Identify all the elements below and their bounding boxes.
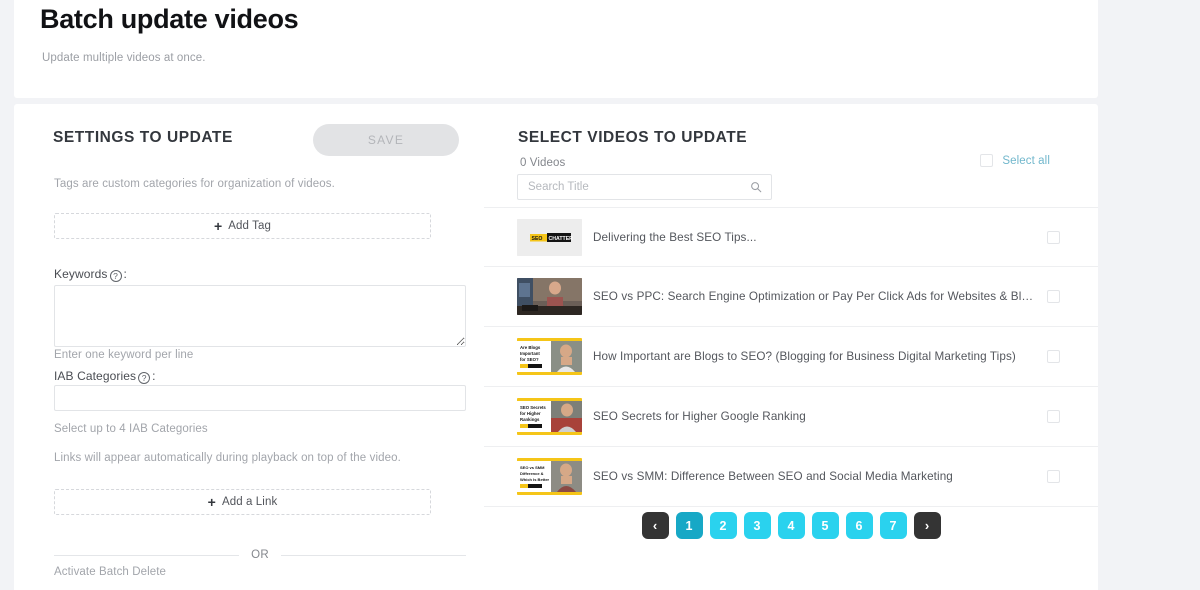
video-thumbnail: SEO Secrets for Higher Rankings bbox=[517, 398, 582, 435]
links-help-text: Links will appear automatically during p… bbox=[54, 452, 401, 464]
video-title: How Important are Blogs to SEO? (Bloggin… bbox=[593, 350, 1016, 363]
videos-count-label: 0 Videos bbox=[520, 157, 566, 169]
table-row[interactable]: SEO Secrets for Higher Rankings SEO Secr… bbox=[484, 387, 1098, 447]
tags-help-text: Tags are custom categories for organizat… bbox=[54, 178, 335, 190]
search-input[interactable] bbox=[518, 181, 750, 193]
video-select-checkbox[interactable] bbox=[1047, 470, 1060, 483]
save-button[interactable]: SAVE bbox=[313, 124, 459, 156]
question-mark-icon[interactable]: ? bbox=[138, 372, 151, 385]
page-header-card: Batch update videos Update multiple vide… bbox=[14, 0, 1098, 98]
divider-rule-left bbox=[54, 554, 240, 556]
or-label: OR bbox=[251, 549, 269, 561]
video-title: SEO Secrets for Higher Google Ranking bbox=[593, 410, 806, 423]
table-row[interactable]: SEO vs SMM Difference & Which Is Better … bbox=[484, 447, 1098, 507]
table-row[interactable]: SEO vs PPC: Search Engine Optimization o… bbox=[484, 267, 1098, 327]
iab-label-text: IAB Categories bbox=[54, 369, 137, 383]
svg-text:for SEO?: for SEO? bbox=[520, 357, 539, 362]
iab-categories-input[interactable] bbox=[54, 385, 466, 411]
video-title: SEO vs PPC: Search Engine Optimization o… bbox=[593, 290, 1037, 303]
keywords-help-text: Enter one keyword per line bbox=[54, 349, 194, 361]
svg-text:Important: Important bbox=[520, 351, 540, 356]
pagination-prev-button[interactable]: ‹ bbox=[641, 512, 669, 539]
iab-categories-label: IAB Categories?: bbox=[54, 369, 156, 385]
svg-text:Rankings: Rankings bbox=[520, 417, 540, 422]
keywords-label: Keywords?: bbox=[54, 267, 127, 283]
question-mark-icon[interactable]: ? bbox=[109, 270, 122, 283]
search-icon[interactable] bbox=[750, 181, 771, 193]
add-link-label: Add a Link bbox=[221, 496, 278, 508]
pagination-page-2[interactable]: 2 bbox=[709, 512, 737, 539]
pagination-page-3[interactable]: 3 bbox=[743, 512, 771, 539]
svg-text:SEO vs SMM: SEO vs SMM bbox=[520, 465, 545, 470]
video-select-checkbox[interactable] bbox=[1047, 350, 1060, 363]
svg-text:Which Is Better: Which Is Better bbox=[520, 477, 550, 482]
video-select-checkbox[interactable] bbox=[1047, 410, 1060, 423]
video-select-checkbox[interactable] bbox=[1047, 230, 1060, 244]
add-tag-button[interactable]: + Add Tag bbox=[54, 213, 431, 239]
plus-icon: + bbox=[207, 494, 216, 510]
select-all-checkbox[interactable] bbox=[980, 154, 994, 167]
pagination-page-4[interactable]: 4 bbox=[777, 512, 805, 539]
iab-colon: : bbox=[152, 369, 156, 383]
select-all-control[interactable]: Select all bbox=[980, 154, 1050, 167]
videos-heading: SELECT VIDEOS TO UPDATE bbox=[518, 129, 748, 146]
settings-heading: SETTINGS TO UPDATE bbox=[53, 129, 233, 146]
table-row[interactable]: SEO CHATTER Delivering the Best SEO Tips… bbox=[484, 207, 1098, 267]
pagination-page-6[interactable]: 6 bbox=[845, 512, 873, 539]
pagination: ‹ 1 2 3 4 5 6 7 › bbox=[484, 512, 1098, 539]
video-thumbnail bbox=[517, 278, 582, 315]
svg-text:Difference &: Difference & bbox=[520, 471, 544, 476]
page-title: Batch update videos bbox=[40, 4, 299, 34]
video-thumbnail: Are Blogs Important for SEO? bbox=[517, 338, 582, 375]
video-title: Delivering the Best SEO Tips... bbox=[593, 230, 757, 244]
svg-text:for Higher: for Higher bbox=[520, 411, 541, 416]
page-subtitle: Update multiple videos at once. bbox=[42, 52, 206, 64]
svg-text:Are Blogs: Are Blogs bbox=[520, 345, 541, 350]
search-field[interactable] bbox=[517, 174, 772, 200]
iab-help-text: Select up to 4 IAB Categories bbox=[54, 423, 208, 435]
svg-text:CHATTER: CHATTER bbox=[549, 235, 574, 241]
pagination-page-5[interactable]: 5 bbox=[811, 512, 839, 539]
video-thumbnail: SEO vs SMM Difference & Which Is Better bbox=[517, 458, 582, 495]
video-select-checkbox[interactable] bbox=[1047, 290, 1060, 303]
keywords-input[interactable] bbox=[54, 285, 466, 347]
add-tag-label: Add Tag bbox=[228, 220, 271, 232]
add-link-button[interactable]: + Add a Link bbox=[54, 489, 431, 515]
plus-icon: + bbox=[214, 218, 223, 234]
divider-rule-right bbox=[280, 554, 467, 556]
svg-text:SEO Secrets: SEO Secrets bbox=[520, 405, 546, 410]
video-list: SEO CHATTER Delivering the Best SEO Tips… bbox=[484, 207, 1098, 507]
settings-panel: SETTINGS TO UPDATE SAVE Tags are custom … bbox=[14, 104, 484, 590]
main-content-card: SETTINGS TO UPDATE SAVE Tags are custom … bbox=[14, 104, 1098, 590]
page-root: Batch update videos Update multiple vide… bbox=[0, 0, 1200, 590]
video-thumbnail: SEO CHATTER bbox=[517, 218, 582, 256]
video-title: SEO vs SMM: Difference Between SEO and S… bbox=[593, 470, 953, 483]
keywords-label-text: Keywords bbox=[54, 267, 108, 281]
pagination-next-button[interactable]: › bbox=[913, 512, 941, 539]
select-all-label: Select all bbox=[1002, 154, 1050, 167]
or-divider: OR bbox=[54, 549, 467, 561]
pagination-page-1[interactable]: 1 bbox=[675, 512, 703, 539]
table-row[interactable]: Are Blogs Important for SEO? How Importa… bbox=[484, 327, 1098, 387]
videos-panel: SELECT VIDEOS TO UPDATE 0 Videos Select … bbox=[484, 104, 1098, 590]
pagination-page-7[interactable]: 7 bbox=[879, 512, 907, 539]
keywords-colon: : bbox=[123, 267, 127, 281]
activate-batch-delete-link[interactable]: Activate Batch Delete bbox=[54, 566, 166, 578]
svg-text:SEO: SEO bbox=[532, 235, 543, 241]
